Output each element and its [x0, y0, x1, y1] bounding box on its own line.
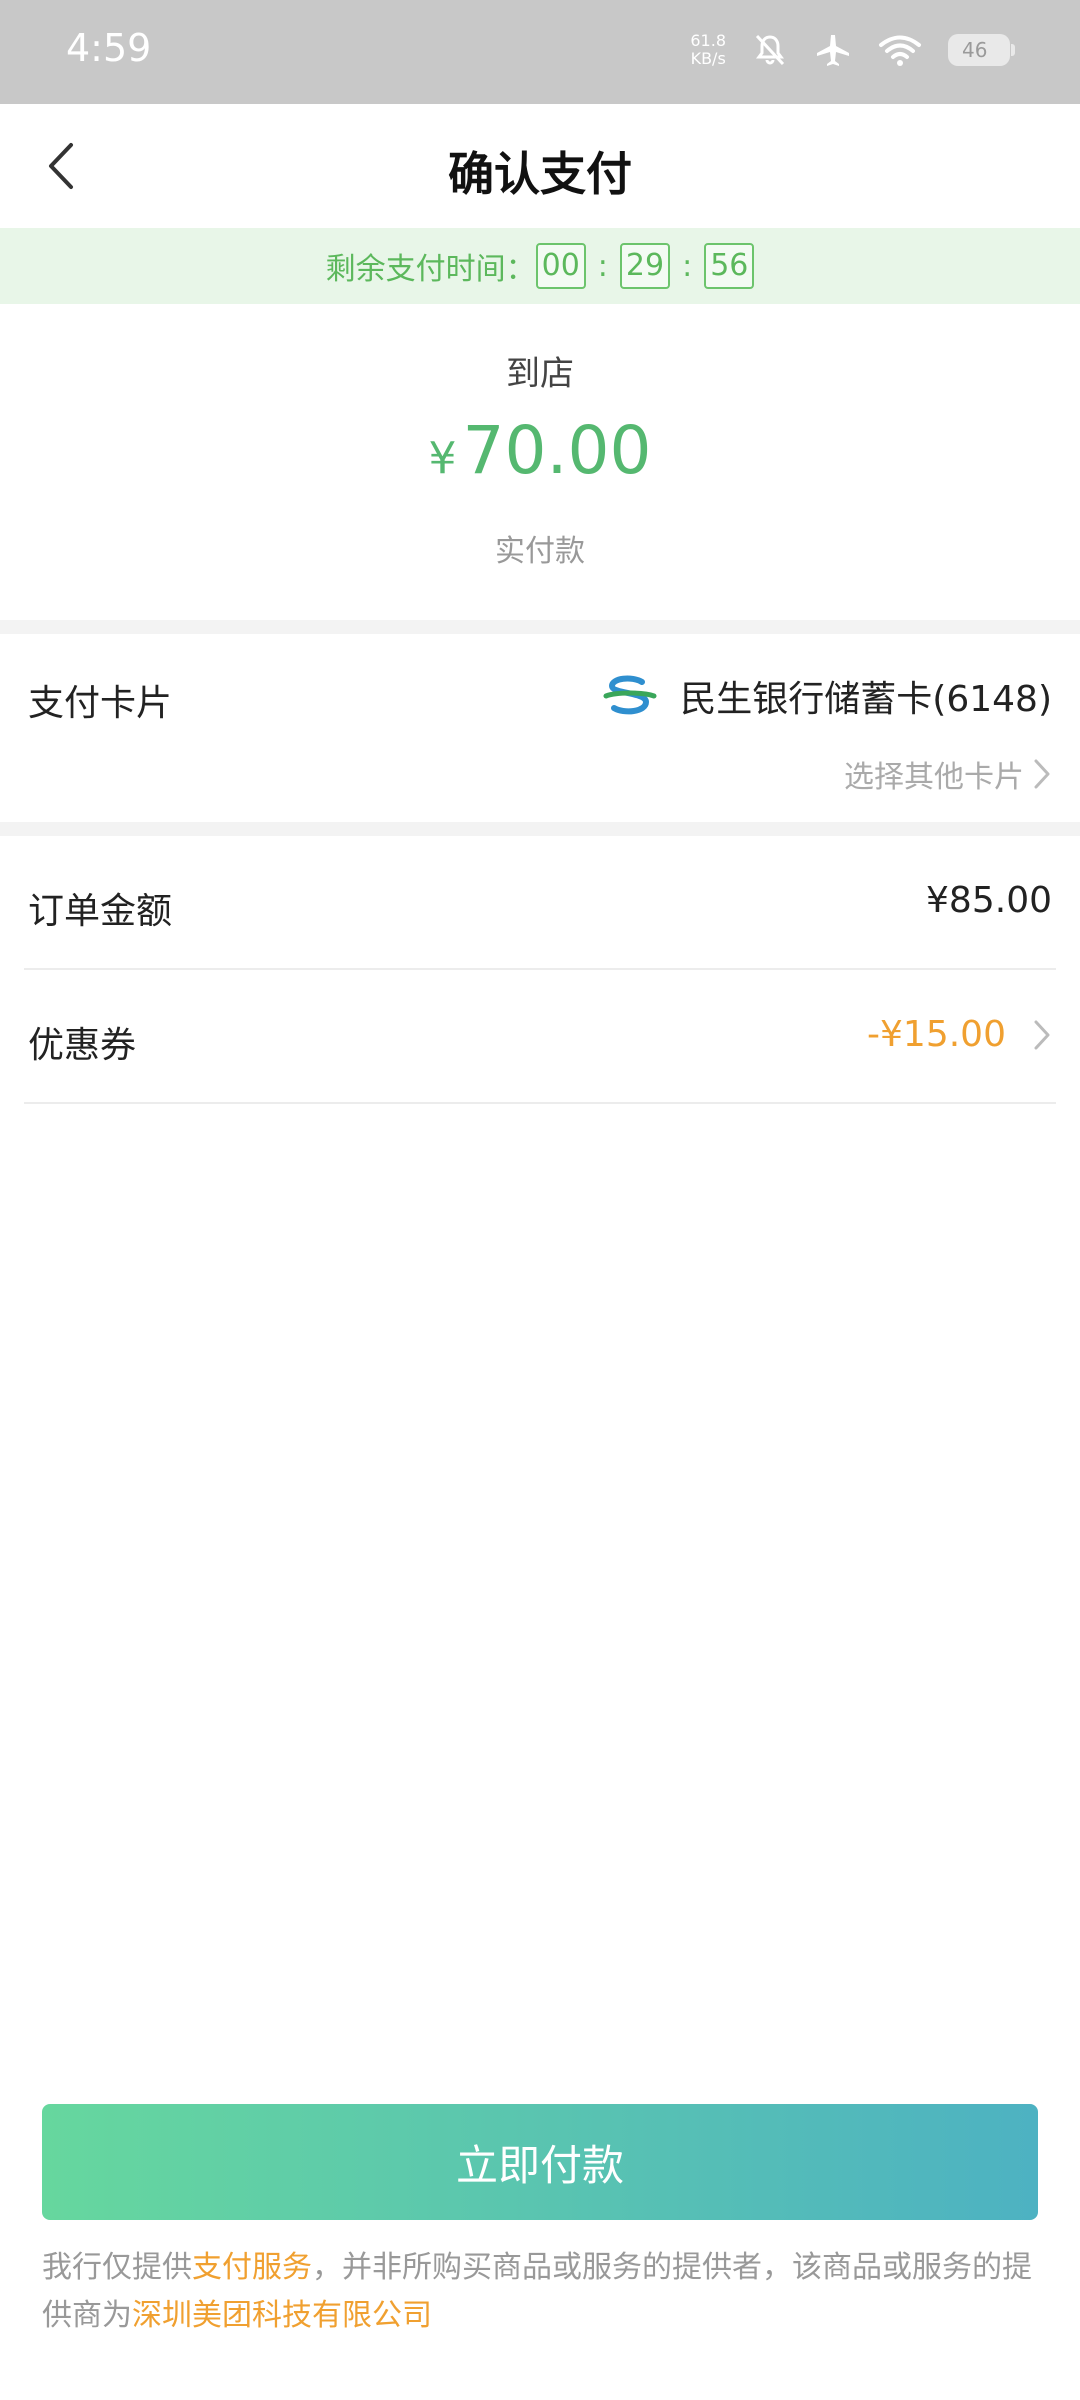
countdown-hours: 00: [535, 243, 586, 289]
countdown-label: 剩余支付时间：: [325, 252, 536, 287]
currency-symbol: ¥: [428, 433, 457, 484]
order-amount-row: 订单金额 ¥85.00: [0, 836, 1080, 970]
chevron-right-icon: [1034, 1020, 1050, 1049]
provider-link[interactable]: 深圳美团科技有限公司: [132, 2298, 432, 2333]
merchant-name: 到店: [506, 354, 574, 394]
battery-level: 46: [962, 38, 988, 62]
coupon-row[interactable]: 优惠券 -¥15.00: [0, 970, 1080, 1104]
countdown-separator: :: [682, 248, 693, 284]
net-speed-value: 61.8: [690, 31, 726, 50]
selected-card[interactable]: 民生银行储蓄卡(6148): [602, 670, 1052, 722]
disclaimer-text: 我行仅提供: [42, 2250, 192, 2285]
status-time: 4:59: [66, 26, 152, 70]
row-divider: [24, 1102, 1056, 1104]
status-icons: 61.8 KB/s 46: [690, 24, 1015, 76]
section-divider: [0, 822, 1080, 836]
status-bar: 4:59 61.8 KB/s 46: [0, 0, 1080, 104]
pay-amount: ¥70.00: [0, 412, 1080, 489]
countdown-seconds: 56: [704, 243, 755, 289]
other-card-label: 选择其他卡片: [844, 760, 1024, 795]
net-speed-unit: KB/s: [690, 49, 726, 68]
card-label: 支付卡片: [28, 683, 173, 724]
coupon-value: -¥15.00: [867, 1014, 1006, 1055]
bank-name: 民生银行储蓄卡(6148): [680, 679, 1052, 720]
order-amount-label: 订单金额: [28, 891, 173, 932]
amount-value: 70.00: [462, 412, 652, 489]
battery-icon: 46: [948, 34, 1015, 66]
countdown-separator: :: [597, 248, 608, 284]
pay-now-button[interactable]: 立即付款: [42, 2104, 1038, 2220]
coupon-label: 优惠券: [28, 1025, 137, 1066]
payment-countdown: 剩余支付时间： 00 : 29 : 56: [0, 228, 1080, 304]
payment-disclaimer: 我行仅提供支付服务，并非所购买商品或服务的提供者，该商品或服务的提供商为深圳美团…: [42, 2244, 1042, 2340]
nav-bar: 确认支付: [0, 104, 1080, 228]
airplane-icon: [814, 32, 852, 68]
page-title: 确认支付: [448, 147, 632, 201]
select-other-card-link[interactable]: 选择其他卡片: [844, 752, 1052, 796]
wifi-icon: [878, 32, 922, 68]
coupon-selector[interactable]: -¥15.00: [867, 1014, 1052, 1055]
amount-section: 到店 ¥70.00 实付款: [0, 304, 1080, 620]
cmbc-bank-logo: [603, 675, 657, 715]
payment-service-link[interactable]: 支付服务: [192, 2250, 312, 2285]
chevron-right-icon: [1034, 759, 1050, 789]
countdown-minutes: 29: [619, 243, 671, 289]
order-amount-value: ¥85.00: [926, 880, 1052, 921]
section-divider: [0, 620, 1080, 634]
amount-label: 实付款: [495, 534, 585, 569]
net-speed: 61.8 KB/s: [690, 32, 726, 68]
payment-card-row[interactable]: 支付卡片 民生银行储蓄卡(6148) 选择其他卡片: [0, 634, 1080, 822]
bell-muted-icon: [752, 32, 788, 68]
